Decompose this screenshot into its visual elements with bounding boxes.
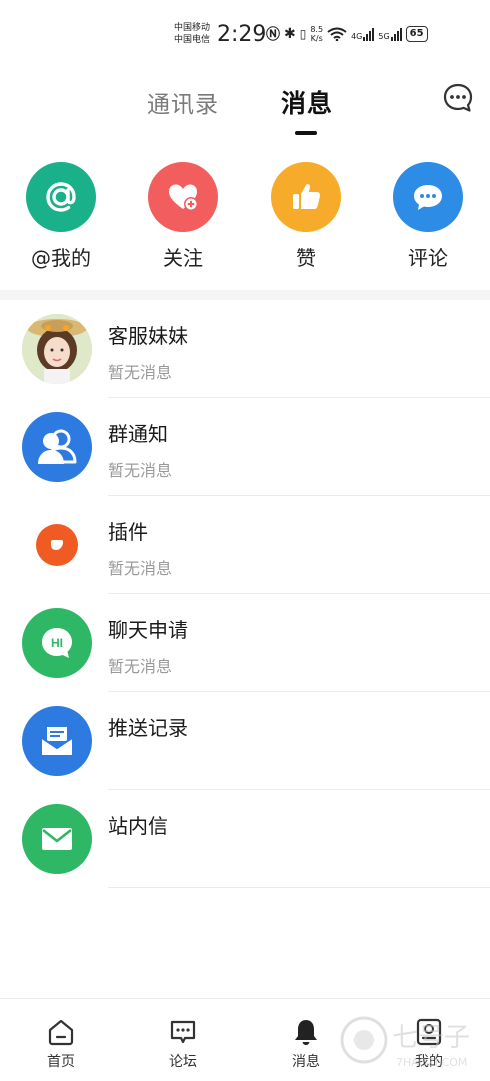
status-bar: 中国移动 中国电信 2:29 Ⓝ ✱ ▯ 8.5 K/s 4G 5G 65 xyxy=(0,0,490,60)
list-divider xyxy=(108,887,490,888)
hi-chat-icon: HI xyxy=(22,608,92,678)
list-item-subtitle: 暂无消息 xyxy=(108,461,173,480)
plugin-icon xyxy=(22,510,92,580)
vibrate-icon: ▯ xyxy=(299,27,307,41)
svg-text:HI: HI xyxy=(51,636,63,650)
carrier-labels: 中国移动 中国电信 xyxy=(174,22,210,46)
active-tab-indicator xyxy=(295,131,317,135)
tab-contacts[interactable]: 通讯录 xyxy=(147,85,219,119)
quick-label: @我的 xyxy=(31,246,91,270)
forum-icon xyxy=(170,1020,196,1044)
list-item-push-history[interactable]: 推送记录 xyxy=(0,692,490,790)
list-item-title: 插件 xyxy=(108,520,148,544)
profile-icon xyxy=(416,1018,442,1046)
chat-settings-icon[interactable] xyxy=(442,82,474,114)
signal-1-label: 4G xyxy=(351,32,363,41)
list-item-plugins[interactable]: 插件 暂无消息 xyxy=(0,496,490,594)
status-icons: Ⓝ ✱ ▯ 8.5 K/s 4G 5G 65 xyxy=(266,24,428,44)
signal-bars-icon xyxy=(390,27,402,41)
nav-home[interactable]: 首页 xyxy=(21,1017,101,1071)
list-item-title: 聊天申请 xyxy=(108,618,188,642)
nav-forum[interactable]: 论坛 xyxy=(143,1017,223,1071)
quick-label: 赞 xyxy=(296,246,316,270)
quick-like[interactable]: 赞 xyxy=(256,162,356,271)
nfc-icon: Ⓝ xyxy=(266,27,280,43)
nav-label: 消息 xyxy=(292,1054,320,1070)
list-item-group-notice[interactable]: 群通知 暂无消息 xyxy=(0,398,490,496)
signal-1: 4G xyxy=(351,27,375,41)
push-inbox-icon xyxy=(22,706,92,776)
wifi-icon xyxy=(327,27,347,41)
nav-messages[interactable]: 消息 xyxy=(266,1017,346,1071)
home-icon xyxy=(48,1019,74,1046)
signal-bars-icon xyxy=(363,27,375,41)
nav-label: 论坛 xyxy=(169,1054,197,1070)
carrier-1: 中国移动 xyxy=(174,23,211,33)
list-item-chat-request[interactable]: HI 聊天申请 暂无消息 xyxy=(0,594,490,692)
thumbs-up-icon xyxy=(271,162,341,232)
mail-icon xyxy=(22,804,92,874)
heart-plus-icon xyxy=(148,162,218,232)
quick-actions: @我的 关注 赞 评论 xyxy=(0,150,490,290)
list-item-subtitle: 暂无消息 xyxy=(108,559,173,578)
customer-service-avatar xyxy=(22,314,92,384)
list-item-inbox-mail[interactable]: 站内信 xyxy=(0,790,490,888)
list-item-title: 客服妹妹 xyxy=(108,324,188,348)
bluetooth-icon: ✱ xyxy=(284,26,296,42)
battery-indicator: 65 xyxy=(405,26,428,42)
bell-icon xyxy=(295,1020,317,1045)
group-icon xyxy=(22,412,92,482)
status-time: 2:29 xyxy=(217,22,267,47)
bottom-navigation: 首页 论坛 消息 我的 xyxy=(0,998,490,1081)
list-item-title: 群通知 xyxy=(108,422,168,446)
top-tabs: 通讯录 消息 xyxy=(0,60,490,150)
signal-2-label: 5G xyxy=(378,32,390,41)
list-item-subtitle: 暂无消息 xyxy=(108,363,173,382)
nav-label: 我的 xyxy=(415,1054,443,1070)
nav-label: 首页 xyxy=(47,1054,75,1070)
list-item-customer-service[interactable]: 客服妹妹 暂无消息 xyxy=(0,300,490,398)
quick-at-me[interactable]: @我的 xyxy=(11,162,111,271)
at-icon xyxy=(26,162,96,232)
comment-bubble-icon xyxy=(393,162,463,232)
list-item-subtitle: 暂无消息 xyxy=(108,657,173,676)
net-speed-unit: K/s xyxy=(310,34,323,43)
tab-messages[interactable]: 消息 xyxy=(281,84,333,120)
section-divider xyxy=(0,290,490,300)
quick-label: 评论 xyxy=(408,246,448,270)
net-speed-value: 8.5 xyxy=(310,25,324,34)
list-item-title: 站内信 xyxy=(108,814,168,838)
net-speed: 8.5 K/s xyxy=(310,25,323,43)
quick-comment[interactable]: 评论 xyxy=(378,162,478,271)
quick-label: 关注 xyxy=(163,246,203,270)
list-item-title: 推送记录 xyxy=(108,716,188,740)
quick-follow[interactable]: 关注 xyxy=(133,162,233,271)
message-list: 客服妹妹 暂无消息 群通知 暂无消息 插件 暂无消息 HI 聊天申请 暂无消息 … xyxy=(0,300,490,888)
carrier-2: 中国电信 xyxy=(174,35,211,45)
signal-2: 5G xyxy=(378,27,402,41)
nav-profile[interactable]: 我的 xyxy=(389,1017,469,1071)
